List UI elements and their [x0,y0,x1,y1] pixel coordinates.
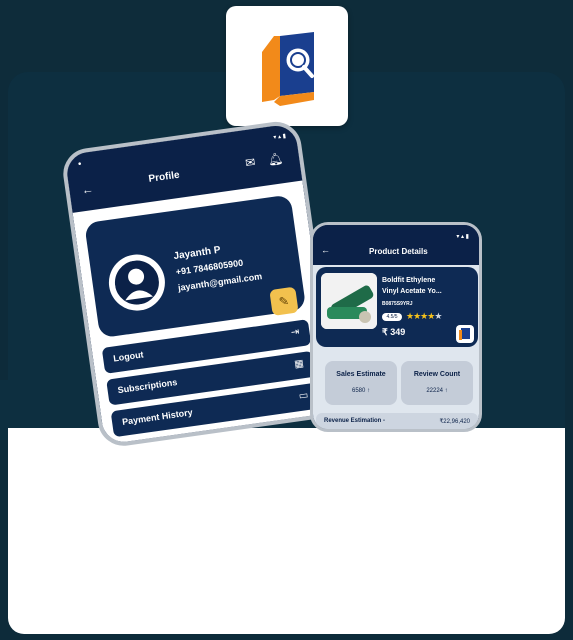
stat-title: Review Count [413,371,461,378]
app-logo-small [456,325,474,343]
menu-item-label: Subscriptions [117,376,178,396]
menu-item-label: Logout [112,349,145,364]
envelope-body [8,428,565,634]
page-title: Product Details [369,247,428,256]
logo-icon [262,32,314,106]
edit-profile-button[interactable]: ✎ [269,286,299,316]
menu-item-label: Payment History [121,407,194,427]
profile-phone-mockup: ● ▾ ▴ ▮ ← Profile ✉ 🔔︎ Jayanth P +91 784… [60,118,340,450]
stat-value: 22224 ↑ [426,388,448,394]
logout-icon: ⇥ [290,326,301,339]
back-arrow-icon[interactable]: ← [81,182,95,198]
card-icon: ▭ [298,389,310,403]
star-rating: ★★★★★ [406,311,442,322]
product-body: Boldfit Ethylene Vinyl Acetate Yo... B08… [313,265,479,429]
product-header: ▾ ▴ ▮ ← Product Details [313,225,479,265]
product-name-line1: Boldfit Ethylene [382,277,436,284]
profile-card: Jayanth P +91 7846805900 jayanth@gmail.c… [84,194,307,339]
user-name: Jayanth P [172,244,222,263]
product-price: ₹ 349 [382,327,406,337]
product-name-line2: Vinyl Acetate Yo... [382,288,442,295]
stat-title: Sales Estimate [336,371,386,378]
product-image [321,273,377,329]
user-icon [114,260,159,305]
stat-sales-estimate: Sales Estimate 6580 ↑ [325,361,397,405]
bell-icon[interactable]: 🔔︎ [267,151,284,167]
stat-review-count: Review Count 22224 ↑ [401,361,473,405]
revenue-label: Revenue Estimation - [324,418,386,424]
edit-icon: ✎ [277,293,290,309]
rating-badge: 4.5/5 [382,313,402,321]
app-logo [226,6,348,126]
grid-icon: ▦ [293,358,305,371]
star-icon: ★ [434,311,442,321]
product-card[interactable]: Boldfit Ethylene Vinyl Acetate Yo... B08… [316,267,478,347]
mail-icon[interactable]: ✉ [244,155,256,170]
page-title: Profile [147,169,181,185]
revenue-value: ₹22,96,420 [439,419,470,425]
profile-screen: ● ▾ ▴ ▮ ← Profile ✉ 🔔︎ Jayanth P +91 784… [64,123,337,450]
status-icons: ▾ ▴ ▮ [456,234,469,240]
stat-value: 6580 ↑ [351,388,370,394]
back-arrow-icon[interactable]: ← [321,245,330,255]
status-icons: ▾ ▴ ▮ [273,133,287,142]
avatar [105,250,169,315]
product-phone-mockup: ▾ ▴ ▮ ← Product Details Boldfit Ethylene… [310,222,482,432]
product-code: B0875S9YRJ [382,301,413,307]
status-bar: ● [77,161,82,168]
revenue-row: Revenue Estimation - ₹22,96,420 [316,413,478,429]
